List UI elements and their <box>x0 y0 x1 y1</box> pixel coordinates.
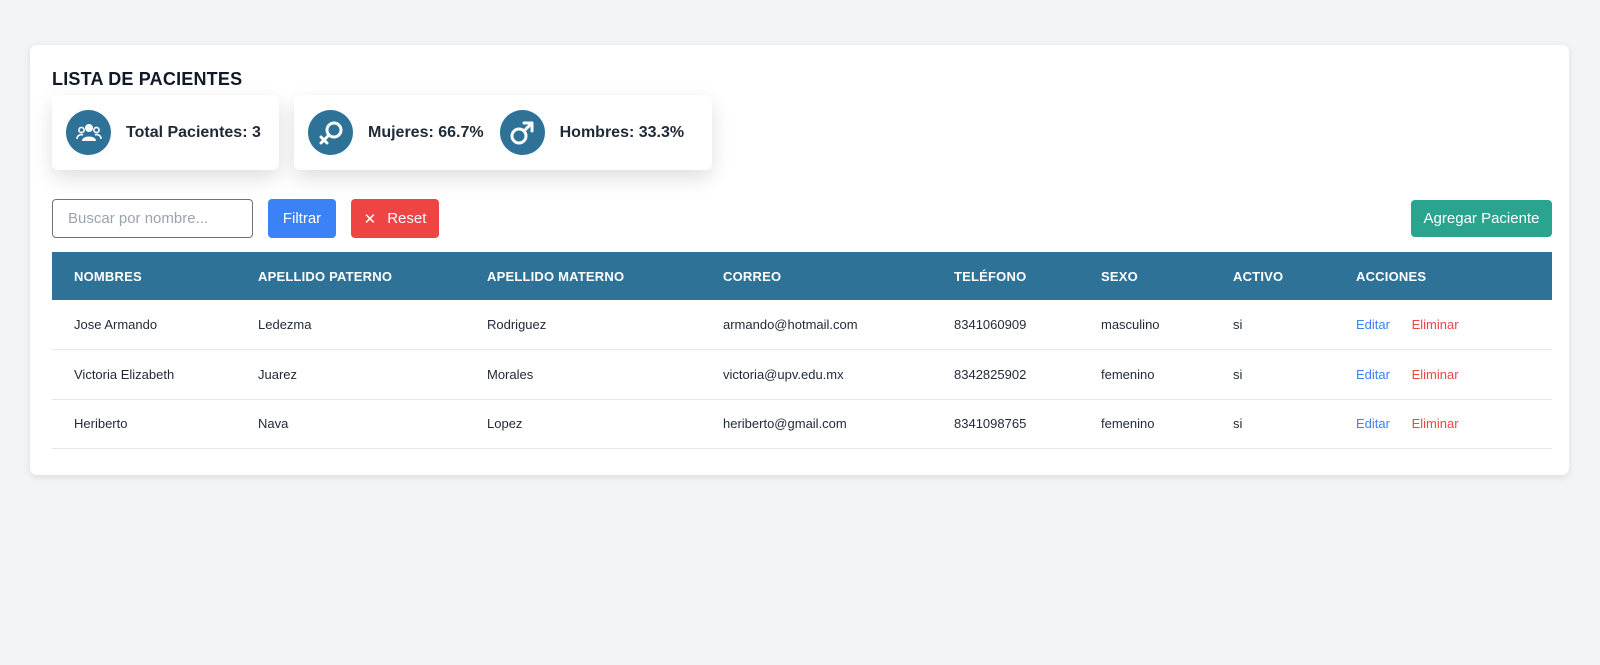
patients-table: NOMBRES APELLIDO PATERNO APELLIDO MATERN… <box>52 252 1552 449</box>
search-input[interactable] <box>52 199 253 238</box>
cell-telefono: 8341060909 <box>954 317 1027 332</box>
cell-activo: si <box>1233 416 1243 432</box>
cell-telefono: 8341098765 <box>954 416 1027 432</box>
women-stat: Mujeres: 66.7% <box>308 110 484 155</box>
table-row: Jose Armando Ledezma Rodriguez armando@h… <box>52 300 1552 350</box>
women-percent-label: Mujeres: 66.7% <box>368 123 484 141</box>
cell-correo: armando@hotmail.com <box>723 317 858 332</box>
column-header-nombres: NOMBRES <box>74 268 142 284</box>
cell-apellido-paterno: Juarez <box>258 366 298 382</box>
page-title: LISTA DE PACIENTES <box>52 69 243 89</box>
men-stat: Hombres: 33.3% <box>499 110 685 155</box>
column-header-activo: ACTIVO <box>1233 268 1284 284</box>
cell-acciones: Editar Eliminar <box>1334 300 1552 350</box>
column-header-correo: CORREO <box>723 268 782 284</box>
column-header-sexo: SEXO <box>1101 268 1138 284</box>
filter-button[interactable]: Filtrar <box>268 199 336 238</box>
table-header-row: NOMBRES APELLIDO PATERNO APELLIDO MATERN… <box>52 252 1552 300</box>
cell-apellido-materno: Morales <box>487 366 534 382</box>
reset-button-label: Reset <box>387 210 427 227</box>
cell-correo: heriberto@gmail.com <box>723 416 847 432</box>
column-header-apellido-paterno: APELLIDO PATERNO <box>258 268 393 284</box>
edit-link[interactable]: Editar <box>1356 367 1390 382</box>
cell-activo: si <box>1233 317 1243 332</box>
cell-sexo: femenino <box>1101 366 1155 382</box>
cell-sexo: masculino <box>1101 317 1160 332</box>
gender-stats-card: Mujeres: 66.7% Hombres: 33.3% <box>294 95 712 170</box>
cell-apellido-materno: Lopez <box>487 416 523 432</box>
cell-nombres: Heriberto <box>74 416 128 432</box>
cell-telefono: 8342825902 <box>954 366 1027 382</box>
patients-card: LISTA DE PACIENTES Total Pacientes: 3 Mu… <box>30 45 1569 475</box>
column-header-acciones: ACCIONES <box>1356 268 1427 284</box>
column-header-apellido-materno: APELLIDO MATERNO <box>487 268 625 284</box>
add-patient-button-label: Agregar Paciente <box>1423 210 1540 227</box>
cell-apellido-paterno: Ledezma <box>258 317 312 332</box>
cell-nombres: Victoria Elizabeth <box>74 366 175 382</box>
cell-correo: victoria@upv.edu.mx <box>723 366 844 382</box>
cell-acciones: Editar Eliminar <box>1334 399 1552 449</box>
cell-sexo: femenino <box>1101 416 1155 432</box>
female-icon <box>308 110 353 155</box>
cell-apellido-paterno: Nava <box>258 416 289 432</box>
table-row: Heriberto Nava Lopez heriberto@gmail.com… <box>52 399 1552 449</box>
edit-link[interactable]: Editar <box>1356 317 1390 332</box>
filter-button-label: Filtrar <box>282 210 322 227</box>
delete-link[interactable]: Eliminar <box>1412 367 1459 382</box>
male-icon <box>499 110 545 155</box>
reset-button[interactable]: ✕ Reset <box>351 199 439 238</box>
total-patients-card: Total Pacientes: 3 <box>52 95 279 170</box>
cell-acciones: Editar Eliminar <box>1334 350 1552 400</box>
cell-nombres: Jose Armando <box>74 317 158 332</box>
add-patient-button[interactable]: Agregar Paciente <box>1411 200 1552 237</box>
cell-activo: si <box>1233 366 1243 382</box>
delete-link[interactable]: Eliminar <box>1412 317 1459 332</box>
column-header-telefono: TELÉFONO <box>954 268 1027 284</box>
delete-link[interactable]: Eliminar <box>1412 416 1459 431</box>
cell-apellido-materno: Rodriguez <box>487 317 547 332</box>
total-patients-label: Total Pacientes: 3 <box>126 123 261 141</box>
close-icon: ✕ <box>363 210 377 228</box>
edit-link[interactable]: Editar <box>1356 416 1390 431</box>
users-icon <box>66 110 111 155</box>
men-percent-label: Hombres: 33.3% <box>559 123 685 141</box>
table-row: Victoria Elizabeth Juarez Morales victor… <box>52 350 1552 400</box>
